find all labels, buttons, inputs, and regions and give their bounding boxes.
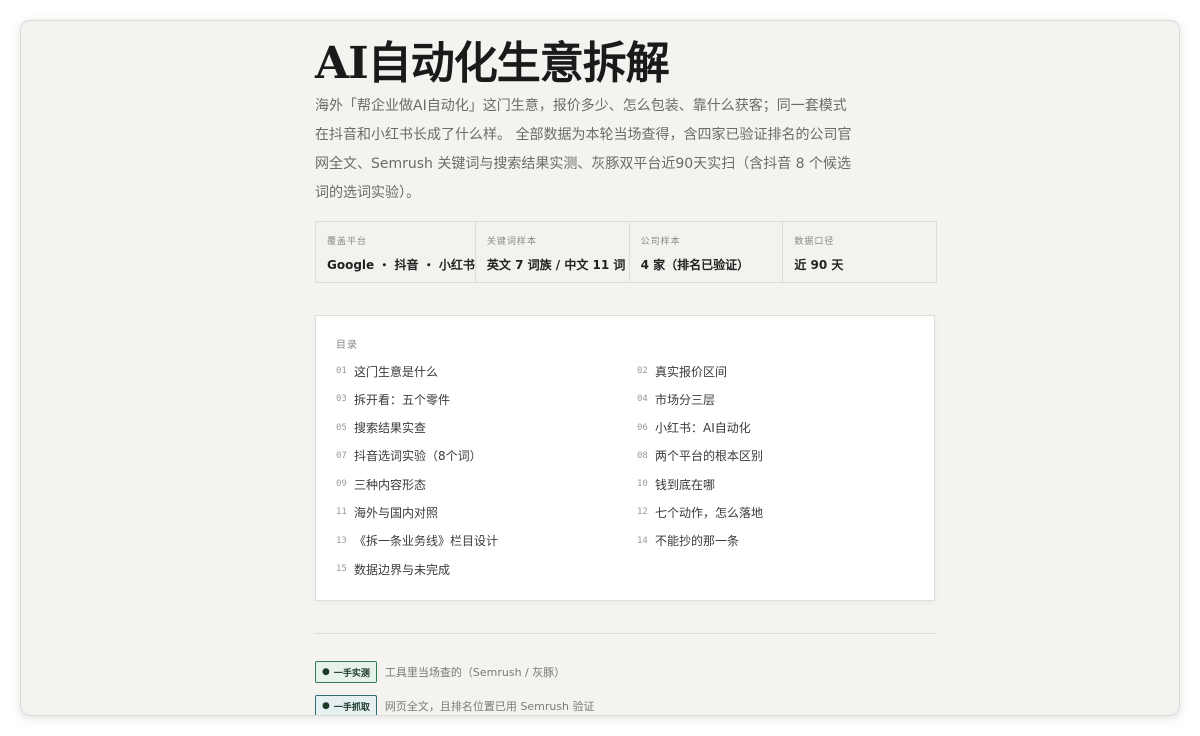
badge-label: 一手抓取 [333, 702, 370, 713]
toc-list: 01 这门生意是什么 02 真实报价区间 03 拆开看：五个零件 04 市场分三层 05… [336, 357, 926, 583]
stat-label: 公司样本 [640, 237, 681, 247]
stat-platforms: 覆盖平台 Google ・ 抖音 ・ 小红书 [316, 222, 476, 282]
toc-item-04[interactable]: 04 市场分三层 [637, 385, 927, 413]
stat-data-scope: 数据口径 近 90 天 [783, 222, 936, 282]
stat-value: 近 90 天 [794, 258, 844, 272]
toc-link[interactable]: 市场分三层 [655, 391, 715, 408]
toc-link[interactable]: 拆开看：五个零件 [354, 391, 450, 408]
toc-link[interactable]: 真实报价区间 [655, 363, 727, 380]
dot-icon: ● [322, 701, 330, 711]
toc-link[interactable]: 海外与国内对照 [354, 504, 438, 521]
legend-description: 网页全文，且排名位置已用 Semrush 验证 [384, 700, 595, 713]
stat-label: 数据口径 [794, 237, 835, 247]
section-divider [315, 633, 935, 634]
badge-label: 一手实测 [333, 668, 370, 679]
legend-row-firsthand-crawl: ● 一手抓取 网页全文，且排名位置已用 Semrush 验证 [315, 695, 595, 715]
toc-item-02[interactable]: 02 真实报价区间 [637, 357, 927, 385]
toc-item-15[interactable]: 15 数据边界与未完成 [336, 555, 637, 583]
toc-number: 02 [637, 366, 648, 376]
toc-item-12[interactable]: 12 七个动作，怎么落地 [637, 498, 927, 526]
toc-item-14[interactable]: 14 不能抄的那一条 [637, 527, 927, 555]
toc-number: 11 [336, 507, 347, 518]
toc-item-10[interactable]: 10 钱到底在哪 [637, 470, 927, 498]
stats-bar: 覆盖平台 Google ・ 抖音 ・ 小红书 关键词样本 英文 7 词族 / 中… [315, 221, 937, 283]
toc-link[interactable]: 七个动作，怎么落地 [655, 504, 763, 521]
toc-number: 10 [637, 479, 648, 490]
toc-link[interactable]: 小红书：AI自动化 [655, 419, 751, 436]
toc-link[interactable]: 三种内容形态 [354, 476, 426, 493]
toc-number: 15 [336, 564, 347, 575]
toc-link[interactable]: 《拆一条业务线》栏目设计 [354, 532, 498, 549]
dot-icon: ● [322, 667, 330, 677]
toc-number: 06 [637, 422, 648, 433]
toc-number: 03 [336, 394, 347, 405]
toc-item-06[interactable]: 06 小红书：AI自动化 [637, 414, 927, 442]
table-of-contents: 目录 01 这门生意是什么 02 真实报价区间 03 拆开看：五个零件 04 市场分三层… [315, 315, 935, 601]
stat-companies: 公司样本 4 家（排名已验证） [630, 222, 784, 282]
toc-link[interactable]: 不能抄的那一条 [655, 532, 739, 549]
toc-link[interactable]: 钱到底在哪 [655, 476, 715, 493]
stat-keywords: 关键词样本 英文 7 词族 / 中文 11 词 [476, 222, 630, 282]
source-badge-firsthand-crawl: ● 一手抓取 [315, 695, 377, 715]
stat-label: 关键词样本 [486, 237, 537, 247]
source-badge-firsthand-test: ● 一手实测 [315, 661, 377, 683]
toc-item-03[interactable]: 03 拆开看：五个零件 [336, 385, 637, 413]
toc-item-09[interactable]: 09 三种内容形态 [336, 470, 637, 498]
stat-value: Google ・ 抖音 ・ 小红书 [327, 258, 475, 272]
document-frame: AI自动化生意拆解 海外「帮企业做AI自动化」这门生意，报价多少、怎么包装、靠什… [20, 20, 1180, 716]
legend-row-firsthand-test: ● 一手实测 工具里当场查的（Semrush / 灰豚） [315, 661, 565, 683]
toc-item-07[interactable]: 07 抖音选词实验（8个词） [336, 442, 637, 470]
toc-item-01[interactable]: 01 这门生意是什么 [336, 357, 637, 385]
intro-paragraph: 海外「帮企业做AI自动化」这门生意，报价多少、怎么包装、靠什么获客；同一套模式在… [315, 98, 852, 201]
page-title: AI自动化生意拆解 [315, 38, 670, 89]
stat-value: 4 家（排名已验证） [640, 258, 750, 272]
toc-number: 08 [637, 450, 648, 461]
stat-label: 覆盖平台 [327, 237, 368, 247]
legend-description: 工具里当场查的（Semrush / 灰豚） [384, 666, 566, 679]
toc-number: 12 [637, 507, 648, 518]
toc-item-11[interactable]: 11 海外与国内对照 [336, 498, 637, 526]
toc-number: 04 [637, 394, 648, 405]
stat-value: 英文 7 词族 / 中文 11 词 [486, 258, 626, 272]
toc-number: 13 [336, 535, 347, 546]
toc-number: 09 [336, 479, 347, 490]
toc-item-08[interactable]: 08 两个平台的根本区别 [637, 442, 927, 470]
toc-title: 目录 [336, 340, 358, 351]
toc-item-13[interactable]: 13 《拆一条业务线》栏目设计 [336, 527, 637, 555]
toc-number: 07 [336, 450, 347, 461]
toc-item-05[interactable]: 05 搜索结果实查 [336, 414, 637, 442]
toc-link[interactable]: 抖音选词实验（8个词） [354, 447, 482, 464]
toc-number: 01 [336, 366, 347, 376]
toc-number: 05 [336, 422, 347, 433]
toc-link[interactable]: 两个平台的根本区别 [655, 447, 763, 464]
toc-link[interactable]: 数据边界与未完成 [354, 561, 450, 578]
toc-number: 14 [637, 535, 648, 546]
toc-link[interactable]: 搜索结果实查 [354, 419, 426, 436]
toc-link[interactable]: 这门生意是什么 [354, 363, 438, 380]
